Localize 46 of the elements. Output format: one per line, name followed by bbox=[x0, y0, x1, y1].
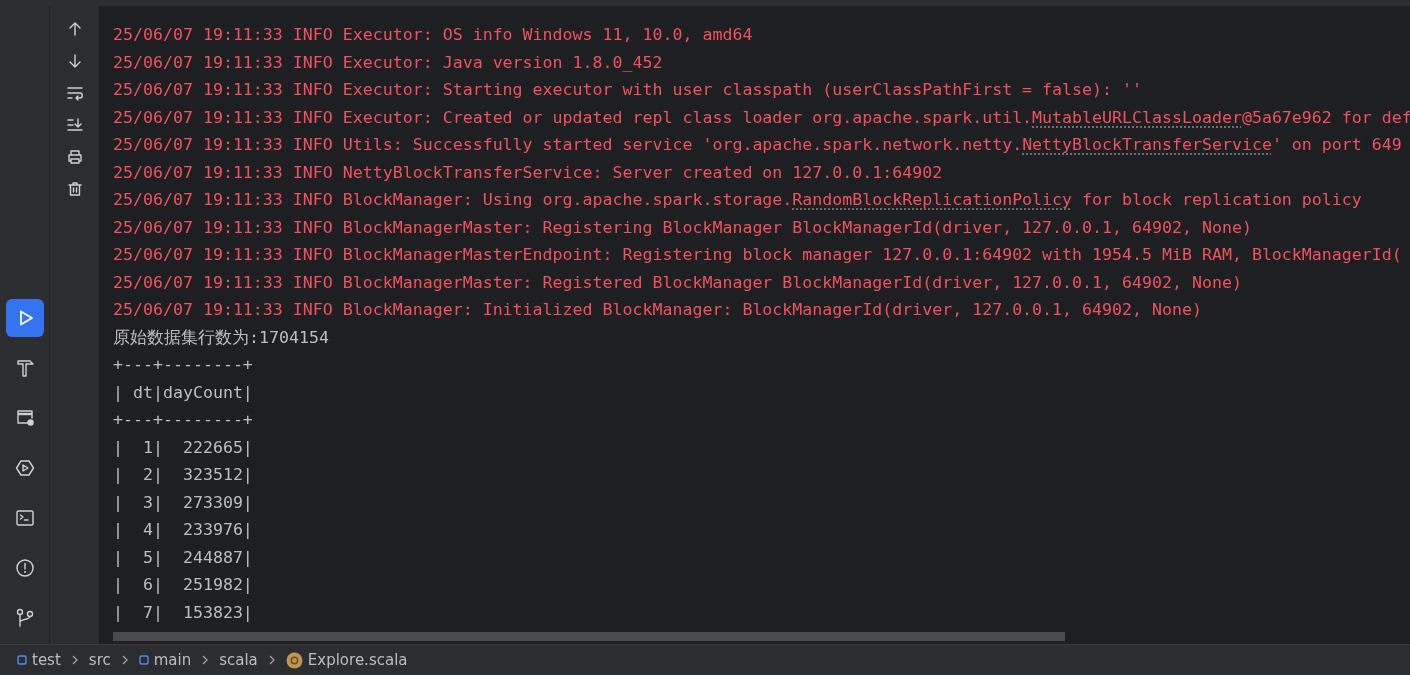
log-line: 25/06/07 19:11:33 INFO BlockManagerMaster: Registered BlockManager BlockManagerId(driver, 127.0.0.1, 64902, None) bbox=[113, 271, 1243, 294]
class-link[interactable]: RandomBlockReplicationPolicy bbox=[792, 190, 1073, 209]
class-link[interactable]: NettyBlockTransferService bbox=[1022, 135, 1272, 154]
horizontal-scrollbar[interactable] bbox=[113, 632, 1065, 641]
breadcrumb-item[interactable]: Explore.scala bbox=[285, 651, 408, 669]
output-line: | 2| 323512| bbox=[113, 464, 254, 486]
module-icon bbox=[17, 655, 27, 665]
terminal-icon bbox=[13, 507, 36, 529]
log-line: 25/06/07 19:11:33 INFO Executor: OS info Windows 11, 10.0, amd64 bbox=[113, 24, 754, 46]
scroll-to-end-icon[interactable] bbox=[66, 117, 83, 133]
output-line: | 5| 244887| bbox=[113, 546, 254, 569]
chevron-icon bbox=[201, 654, 210, 666]
run-tool-button[interactable] bbox=[5, 299, 44, 337]
play-hexagon-icon bbox=[13, 457, 36, 479]
output-line: | 7| 153823| bbox=[113, 601, 254, 624]
output-line: | 6| 251982| bbox=[113, 574, 254, 596]
breadcrumb-item[interactable]: src bbox=[88, 651, 111, 669]
log-line: 25/06/07 19:11:33 INFO Executor: Created or updated repl class loader org.apache.spark.util.MutableURLClassLoader@5a67e962 for def bbox=[113, 106, 1410, 129]
module-icon bbox=[138, 655, 149, 665]
breadcrumb-item[interactable]: main bbox=[138, 651, 192, 669]
breadcrumb-item[interactable]: scala bbox=[219, 651, 258, 669]
output-line: | 1| 222665| bbox=[113, 436, 254, 459]
chevron-icon bbox=[120, 654, 129, 666]
chevron-icon bbox=[70, 654, 79, 666]
output-line: | dt|dayCount| bbox=[113, 381, 254, 404]
log-line: 25/06/07 19:11:33 INFO Executor: Starting executor with user classpath (userClassPathFirst = false): '' bbox=[113, 79, 1143, 101]
warning-icon bbox=[13, 557, 36, 579]
log-line: 25/06/07 19:11:33 INFO BlockManagerMasterEndpoint: Registering block manager 127.0.0.1:64902 with 1954.5 MiB RAM, BlockManagerId( bbox=[113, 244, 1403, 266]
log-line: 25/06/07 19:11:33 INFO NettyBlockTransferService: Server created on 127.0.0.1:64902 bbox=[113, 161, 944, 184]
log-line: 25/06/07 19:11:33 INFO Executor: Java version 1.8.0_452 bbox=[113, 51, 664, 74]
trash-icon[interactable] bbox=[66, 181, 83, 197]
print-icon[interactable] bbox=[66, 149, 83, 165]
output-line: +---+--------+ bbox=[113, 409, 254, 431]
log-line: 25/06/07 19:11:33 INFO BlockManager: Initialized BlockManager: BlockManagerId(driver, 127.0.0.1, 64902, None) bbox=[113, 299, 1203, 321]
soft-wrap-icon[interactable] bbox=[66, 85, 83, 101]
output-line: | 3| 273309| bbox=[113, 491, 254, 514]
log-line: 25/06/07 19:11:33 INFO Utils: Successfully started service 'org.apache.spark.network.netty.NettyBlockTransferService' on port 649 bbox=[113, 134, 1403, 156]
breadcrumb-item[interactable]: test bbox=[17, 651, 61, 669]
class-link[interactable]: MutableURLClassLoader bbox=[1032, 107, 1242, 127]
log-line: 25/06/07 19:11:33 INFO BlockManager: Using org.apache.spark.storage.RandomBlockReplicationPolicy for block replication policy bbox=[113, 189, 1363, 211]
chevron-icon bbox=[267, 654, 276, 666]
output-line: | 4| 233976| bbox=[113, 519, 254, 541]
file-icon bbox=[285, 651, 303, 669]
output-line: 原始数据集行数为:1704154 bbox=[113, 326, 330, 349]
output-line: +---+--------+ bbox=[113, 354, 254, 376]
log-line: 25/06/07 19:11:33 INFO BlockManagerMaster: Registering BlockManager BlockManagerId(driver, 127.0.0.1, 64902, None) bbox=[113, 216, 1253, 239]
